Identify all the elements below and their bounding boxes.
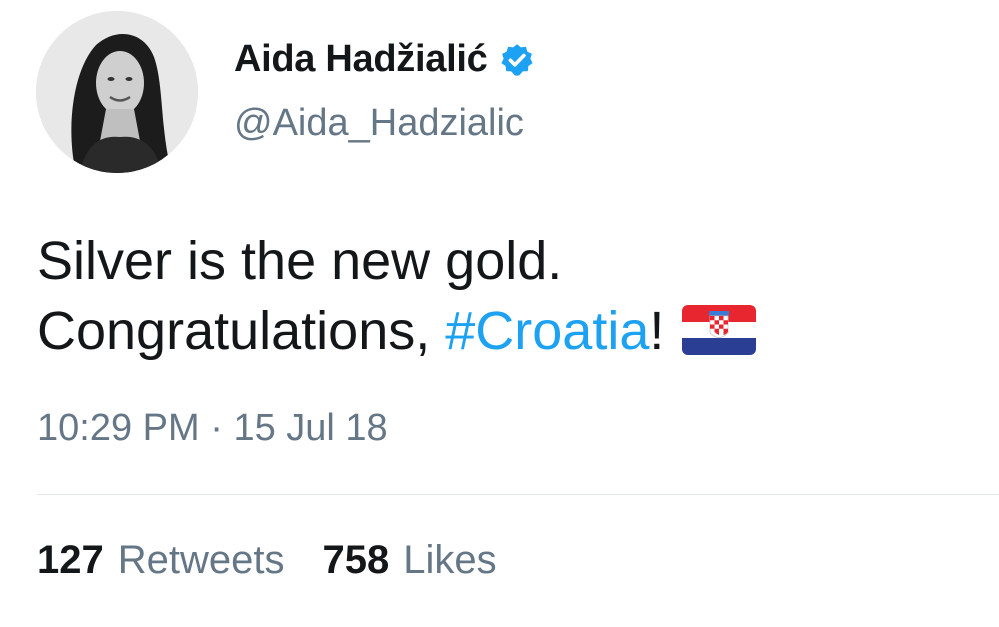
avatar-photo	[36, 11, 198, 173]
timestamp-separator: ·	[210, 407, 223, 449]
retweets-count: 127	[37, 538, 104, 582]
tweet-line-1: Silver is the new gold.	[37, 231, 563, 291]
hashtag-link[interactable]: #Croatia	[445, 301, 649, 361]
avatar[interactable]	[36, 11, 198, 173]
retweets-stat[interactable]: 127 Retweets	[37, 538, 285, 583]
tweet-time: 10:29 PM	[37, 407, 200, 449]
likes-label: Likes	[403, 538, 497, 582]
retweets-label: Retweets	[117, 538, 285, 582]
likes-count: 758	[322, 538, 390, 582]
tweet-stats: 127 Retweets 758 Likes	[37, 538, 535, 583]
author-row: Aida Hadžialić	[234, 38, 535, 81]
tweet-text-suffix: !	[649, 301, 665, 361]
verified-badge-icon	[499, 42, 535, 78]
likes-stat[interactable]: 758 Likes	[323, 538, 497, 583]
divider	[37, 494, 999, 495]
tweet-date: 15 Jul 18	[233, 407, 388, 449]
author-handle[interactable]: @Aida_Hadzialic	[234, 102, 524, 145]
author-name[interactable]: Aida Hadžialić	[234, 38, 488, 81]
croatia-flag-icon	[682, 302, 757, 355]
tweet-timestamp[interactable]: 10:29 PM · 15 Jul 18	[37, 407, 388, 450]
tweet-text-prefix: Congratulations,	[37, 301, 446, 361]
tweet-line-2: Congratulations, #Croatia!	[37, 296, 757, 366]
tweet-text: Silver is the new gold. Congratulations,…	[37, 226, 757, 366]
